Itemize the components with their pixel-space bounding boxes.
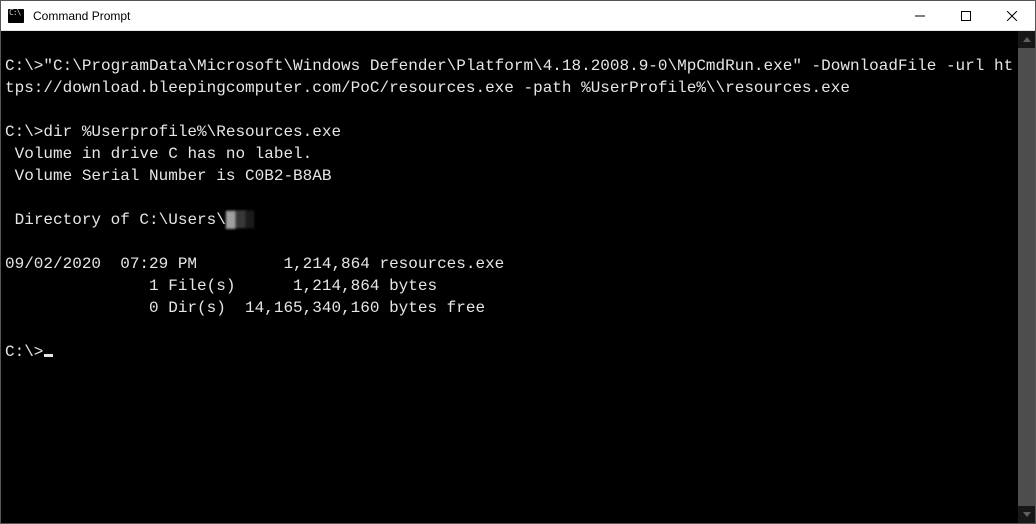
cursor — [44, 354, 53, 357]
vertical-scrollbar[interactable] — [1018, 31, 1035, 523]
terminal-line: C:\>dir %Userprofile%\Resources.exe — [5, 123, 341, 141]
dir-line-prefix: Directory of C:\Users\ — [5, 211, 226, 229]
terminal-line: C:\>"C:\ProgramData\Microsoft\Windows De… — [5, 57, 1013, 97]
minimize-button[interactable] — [897, 1, 943, 31]
titlebar[interactable]: Command Prompt — [1, 1, 1035, 31]
terminal-line: 09/02/2020 07:29 PM 1,214,864 resources.… — [5, 255, 504, 273]
maximize-button[interactable] — [943, 1, 989, 31]
scrollbar-track[interactable] — [1018, 48, 1035, 506]
terminal-line: Volume in drive C has no label. — [5, 145, 312, 163]
maximize-icon — [961, 11, 971, 21]
minimize-icon — [915, 11, 925, 21]
chevron-up-icon — [1023, 37, 1031, 42]
cmd-icon — [8, 9, 24, 23]
close-icon — [1007, 11, 1017, 21]
scroll-up-button[interactable] — [1018, 31, 1035, 48]
window-title: Command Prompt — [31, 9, 130, 23]
terminal-output[interactable]: C:\>"C:\ProgramData\Microsoft\Windows De… — [1, 31, 1018, 523]
chevron-down-icon — [1023, 512, 1031, 517]
content-area: C:\>"C:\ProgramData\Microsoft\Windows De… — [1, 31, 1035, 523]
close-button[interactable] — [989, 1, 1035, 31]
prompt: C:\> — [5, 343, 43, 361]
terminal-line: 1 File(s) 1,214,864 bytes — [5, 277, 437, 295]
redacted-username: ▓▒░ — [226, 211, 255, 229]
scrollbar-thumb[interactable] — [1018, 48, 1035, 506]
terminal-line: Volume Serial Number is C0B2-B8AB — [5, 167, 331, 185]
window-icon — [1, 1, 31, 31]
scroll-down-button[interactable] — [1018, 506, 1035, 523]
terminal-line: 0 Dir(s) 14,165,340,160 bytes free — [5, 299, 485, 317]
